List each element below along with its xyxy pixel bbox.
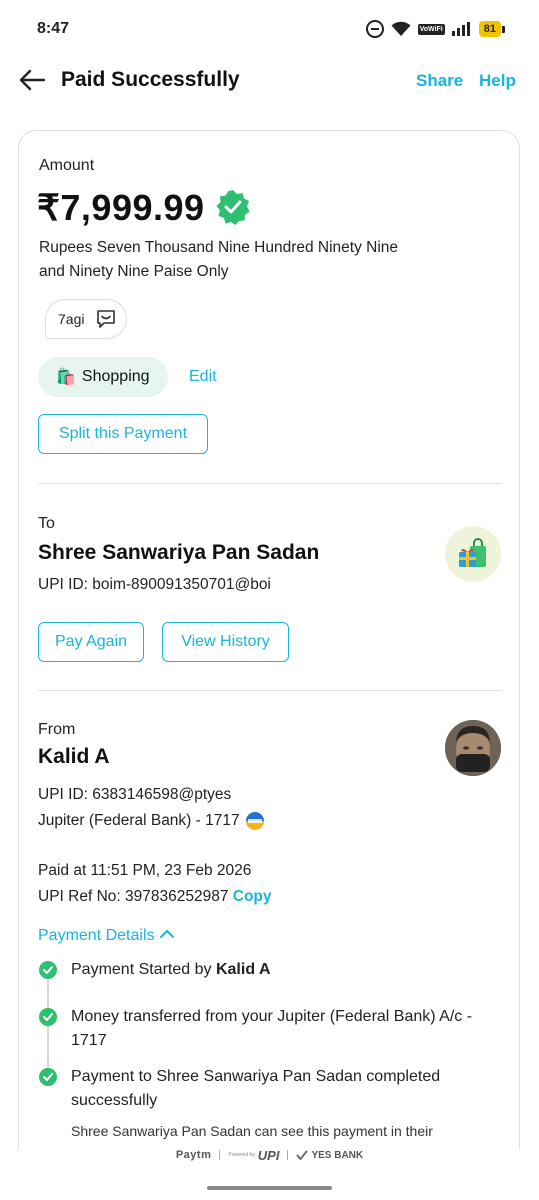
category-chip[interactable]: 🛍️ Shopping — [38, 357, 168, 397]
chat-bubble-icon — [96, 309, 116, 329]
vowifi-line1: Vo — [419, 25, 429, 33]
upi-logo: Powered by UPI — [228, 1148, 279, 1163]
copy-ref-button[interactable]: Copy — [233, 888, 272, 905]
check-circle-icon — [39, 961, 57, 979]
payment-details-toggle[interactable]: Payment Details — [38, 927, 175, 945]
amount-in-words: Rupees Seven Thousand Nine Hundred Ninet… — [39, 239, 399, 280]
wifi-icon — [391, 21, 411, 37]
user-avatar — [445, 720, 501, 776]
to-label: To — [38, 515, 55, 532]
payee-upi-id: UPI ID: boim-890091350701@boi — [38, 576, 271, 593]
view-history-button[interactable]: View History — [162, 622, 289, 662]
paid-at-timestamp: Paid at 11:51 PM, 23 Feb 2026 — [38, 862, 252, 879]
do-not-disturb-icon — [365, 20, 384, 38]
divider — [219, 1150, 221, 1160]
vowifi-icon: Vo WiFi — [417, 23, 445, 35]
timeline-step-note: Shree Sanwariya Pan Sadan can see this p… — [71, 1123, 433, 1139]
upi-ref-row: UPI Ref No: 397836252987 Copy — [38, 888, 272, 906]
page-title: Paid Successfully — [61, 68, 240, 91]
payment-note-chip[interactable]: 7agi — [45, 299, 128, 339]
gift-shopping-icon — [459, 538, 486, 567]
upi-wordmark: UPI — [257, 1147, 280, 1163]
step-started-name: Kalid A — [215, 961, 271, 978]
divider — [38, 483, 502, 484]
status-bar: 8:47 Vo WiFi 81 — [0, 0, 539, 60]
timeline-step-started: Payment Started by Kalid A — [71, 958, 511, 982]
help-button[interactable]: Help — [479, 71, 516, 91]
amount-label: Amount — [39, 157, 95, 174]
payer-bank: Jupiter (Federal Bank) - 1717 — [38, 812, 240, 829]
yes-bank-logo: YES BANK — [296, 1150, 363, 1161]
chevron-up-icon — [159, 927, 175, 945]
divider — [38, 690, 502, 691]
signal-icon — [451, 22, 472, 36]
footer-brand-strip: Paytm Powered by UPI YES BANK — [0, 1144, 539, 1166]
payer-bank-row: Jupiter (Federal Bank) - 1717 — [38, 812, 264, 830]
verified-badge-icon — [215, 189, 251, 225]
app-header: Paid Successfully Share Help — [0, 60, 539, 100]
split-payment-button[interactable]: Split this Payment — [38, 414, 208, 454]
yes-bank-label: YES BANK — [311, 1149, 364, 1161]
check-circle-icon — [39, 1068, 57, 1086]
divider — [287, 1150, 289, 1160]
check-mark-icon — [296, 1150, 309, 1160]
battery-icon: 81 — [478, 21, 506, 37]
payment-details-label: Payment Details — [38, 927, 155, 944]
pay-again-button[interactable]: Pay Again — [38, 622, 144, 662]
status-time: 8:47 — [37, 20, 70, 37]
paytm-logo: Paytm — [175, 1149, 212, 1161]
edit-category-button[interactable]: Edit — [189, 368, 217, 386]
status-icons: Vo WiFi 81 — [365, 20, 506, 38]
share-button[interactable]: Share — [416, 71, 463, 91]
from-label: From — [38, 721, 76, 738]
step-started-prefix: Payment Started by — [71, 961, 216, 978]
check-circle-icon — [39, 1008, 57, 1026]
payer-upi-id: UPI ID: 6383146598@ptyes — [38, 786, 232, 803]
timeline-step-completed: Payment to Shree Sanwariya Pan Sadan com… — [71, 1068, 441, 1109]
category-label: Shopping — [81, 368, 150, 385]
timeline-line — [47, 971, 49, 1081]
timeline-step-transferred: Money transferred from your Jupiter (Fed… — [71, 1008, 473, 1049]
bank-logo-icon — [245, 812, 264, 830]
payment-receipt-card: Amount ₹7,999.99 Rupees Seven Thousand N… — [18, 130, 520, 1150]
payee-name: Shree Sanwariya Pan Sadan — [38, 541, 320, 564]
home-indicator[interactable] — [207, 1186, 332, 1190]
vowifi-line2: WiFi — [428, 25, 443, 33]
payment-note-text: 7agi — [58, 311, 85, 327]
payer-name: Kalid A — [38, 745, 110, 768]
amount-value: ₹7,999.99 — [37, 187, 205, 228]
shopping-bag-icon: 🛍️ — [56, 369, 76, 386]
back-arrow-icon[interactable] — [18, 66, 46, 94]
powered-by-label: Powered by — [228, 1151, 255, 1158]
merchant-avatar — [445, 526, 501, 582]
upi-ref-number: UPI Ref No: 397836252987 — [38, 888, 229, 905]
